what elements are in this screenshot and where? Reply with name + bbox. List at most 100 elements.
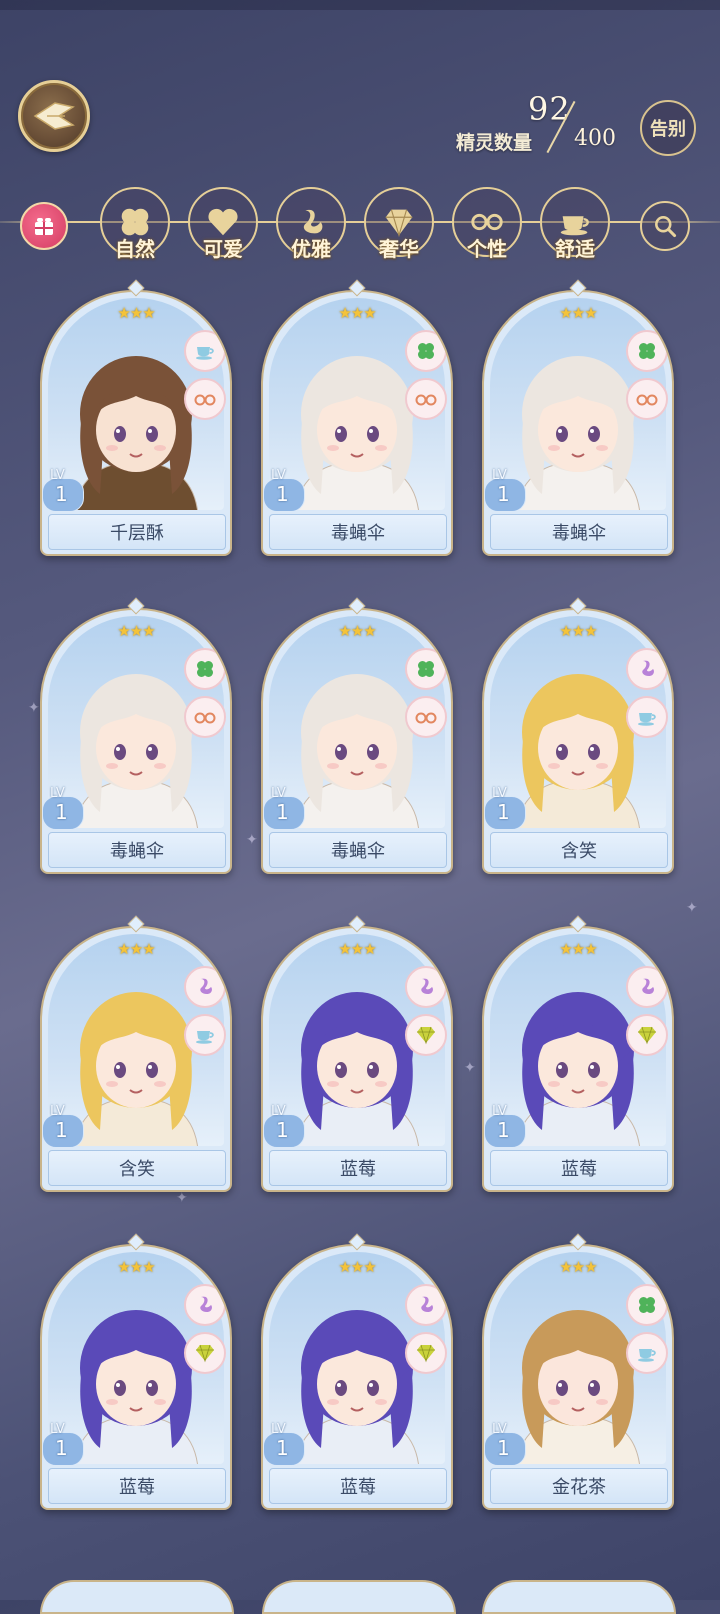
sparkle-icon: ✦ bbox=[464, 1060, 476, 1076]
sprite-card[interactable]: ★★★ LV 1 蓝莓 bbox=[40, 1233, 232, 1516]
sprite-card[interactable]: ★★★ LV 1 含笑 bbox=[482, 597, 674, 880]
swan-icon bbox=[626, 966, 668, 1008]
filter-label: 奢华 bbox=[379, 237, 419, 261]
sprite-card[interactable]: ★★★ LV 1 蓝莓 bbox=[261, 1233, 453, 1516]
filter-bar: 自然 可爱 优雅 奢华 个性 舒适 bbox=[0, 183, 720, 263]
swan-icon bbox=[405, 966, 447, 1008]
sprite-count: 92 精灵数量 400 bbox=[456, 90, 626, 160]
card-frame: ★★★ LV 1 含笑 bbox=[482, 608, 674, 874]
level-value: 1 bbox=[55, 482, 68, 506]
level-value: 1 bbox=[497, 800, 510, 824]
star-rating: ★★★ bbox=[338, 940, 376, 958]
swan-icon bbox=[405, 1284, 447, 1326]
filter-label: 可爱 bbox=[203, 237, 243, 261]
star-rating: ★★★ bbox=[117, 1258, 155, 1276]
level-badge: LV 1 bbox=[263, 786, 307, 830]
filter-elegant[interactable]: 优雅 bbox=[276, 187, 346, 261]
clover-icon bbox=[405, 330, 447, 372]
filter-label: 优雅 bbox=[291, 237, 331, 261]
card-frame: ★★★ LV 1 蓝莓 bbox=[261, 1244, 453, 1510]
sprite-count-label: 精灵数量 bbox=[456, 132, 533, 154]
level-badge: LV 1 bbox=[484, 1104, 528, 1148]
glasses-icon bbox=[184, 696, 226, 738]
clover-icon bbox=[626, 1284, 668, 1326]
search-button[interactable] bbox=[640, 201, 690, 251]
level-label: LV bbox=[271, 1422, 286, 1437]
level-value: 1 bbox=[55, 1118, 68, 1142]
diamond-icon bbox=[184, 1332, 226, 1374]
sprite-name: 含笑 bbox=[490, 832, 668, 868]
star-rating: ★★★ bbox=[338, 304, 376, 322]
gift-button[interactable] bbox=[20, 202, 68, 250]
star-rating: ★★★ bbox=[559, 940, 597, 958]
filter-cute[interactable]: 可爱 bbox=[188, 187, 258, 261]
star-rating: ★★★ bbox=[117, 940, 155, 958]
level-label: LV bbox=[492, 1422, 507, 1437]
star-rating: ★★★ bbox=[338, 1258, 376, 1276]
card-frame: ★★★ LV 1 蓝莓 bbox=[482, 926, 674, 1192]
level-value: 1 bbox=[497, 482, 510, 506]
level-value: 1 bbox=[55, 800, 68, 824]
card-frame: ★★★ LV 1 毒蝇伞 bbox=[261, 290, 453, 556]
sprite-card[interactable]: ★★★ LV 1 蓝莓 bbox=[482, 915, 674, 1198]
swan-icon bbox=[626, 648, 668, 690]
level-value: 1 bbox=[497, 1118, 510, 1142]
level-badge: LV 1 bbox=[42, 786, 86, 830]
level-label: LV bbox=[50, 468, 65, 483]
sprite-card[interactable]: ★★★ LV 1 毒蝇伞 bbox=[482, 279, 674, 562]
sprite-card[interactable]: ★★★ LV 1 毒蝇伞 bbox=[40, 597, 232, 880]
level-badge: LV 1 bbox=[42, 468, 86, 512]
clover-icon bbox=[405, 648, 447, 690]
clover-icon bbox=[184, 648, 226, 690]
sparkle-icon: ✦ bbox=[686, 900, 698, 916]
back-arrow-icon bbox=[33, 102, 75, 130]
card-frame: ★★★ LV 1 千层酥 bbox=[40, 290, 232, 556]
level-label: LV bbox=[492, 786, 507, 801]
sprite-card[interactable]: ★★★ LV 1 毒蝇伞 bbox=[261, 279, 453, 562]
sprite-card[interactable]: ★★★ LV 1 毒蝇伞 bbox=[261, 597, 453, 880]
level-label: LV bbox=[492, 1104, 507, 1119]
sprite-name: 蓝莓 bbox=[269, 1468, 447, 1504]
level-label: LV bbox=[50, 786, 65, 801]
level-value: 1 bbox=[276, 1436, 289, 1460]
card-frame: ★★★ LV 1 毒蝇伞 bbox=[261, 608, 453, 874]
level-badge: LV 1 bbox=[42, 1104, 86, 1148]
level-badge: LV 1 bbox=[263, 468, 307, 512]
sprite-name: 蓝莓 bbox=[490, 1150, 668, 1186]
gift-icon bbox=[35, 218, 53, 235]
card-frame: ★★★ LV 1 毒蝇伞 bbox=[482, 290, 674, 556]
filter-nature[interactable]: 自然 bbox=[100, 187, 170, 261]
filter-label: 自然 bbox=[115, 237, 155, 261]
level-value: 1 bbox=[497, 1436, 510, 1460]
sprite-card[interactable]: ★★★ LV 1 金花茶 bbox=[482, 1233, 674, 1516]
status-bar bbox=[0, 0, 720, 10]
teacup-icon bbox=[626, 696, 668, 738]
card-partial bbox=[40, 1580, 234, 1614]
card-frame: ★★★ LV 1 毒蝇伞 bbox=[40, 608, 232, 874]
level-badge: LV 1 bbox=[484, 468, 528, 512]
card-frame: ★★★ LV 1 蓝莓 bbox=[261, 926, 453, 1192]
sprite-card[interactable]: ★★★ LV 1 千层酥 bbox=[40, 279, 232, 562]
filter-personality[interactable]: 个性 bbox=[452, 187, 522, 261]
level-badge: LV 1 bbox=[263, 1104, 307, 1148]
sprite-name: 毒蝇伞 bbox=[269, 514, 447, 550]
farewell-button[interactable]: 告别 bbox=[640, 100, 696, 156]
back-button[interactable] bbox=[18, 80, 90, 152]
level-label: LV bbox=[271, 1104, 286, 1119]
filter-luxury[interactable]: 奢华 bbox=[364, 187, 434, 261]
sprite-count-max: 400 bbox=[574, 126, 616, 151]
glasses-icon bbox=[405, 378, 447, 420]
sprite-name: 毒蝇伞 bbox=[490, 514, 668, 550]
level-badge: LV 1 bbox=[484, 786, 528, 830]
level-value: 1 bbox=[276, 482, 289, 506]
filter-comfort[interactable]: 舒适 bbox=[540, 187, 610, 261]
diamond-icon bbox=[405, 1332, 447, 1374]
filter-label: 舒适 bbox=[555, 237, 595, 261]
level-value: 1 bbox=[276, 800, 289, 824]
star-rating: ★★★ bbox=[559, 304, 597, 322]
filter-label: 个性 bbox=[467, 237, 507, 261]
swan-icon bbox=[184, 1284, 226, 1326]
sprite-card[interactable]: ★★★ LV 1 蓝莓 bbox=[261, 915, 453, 1198]
sprite-card[interactable]: ★★★ LV 1 含笑 bbox=[40, 915, 232, 1198]
diamond-icon bbox=[626, 1014, 668, 1056]
